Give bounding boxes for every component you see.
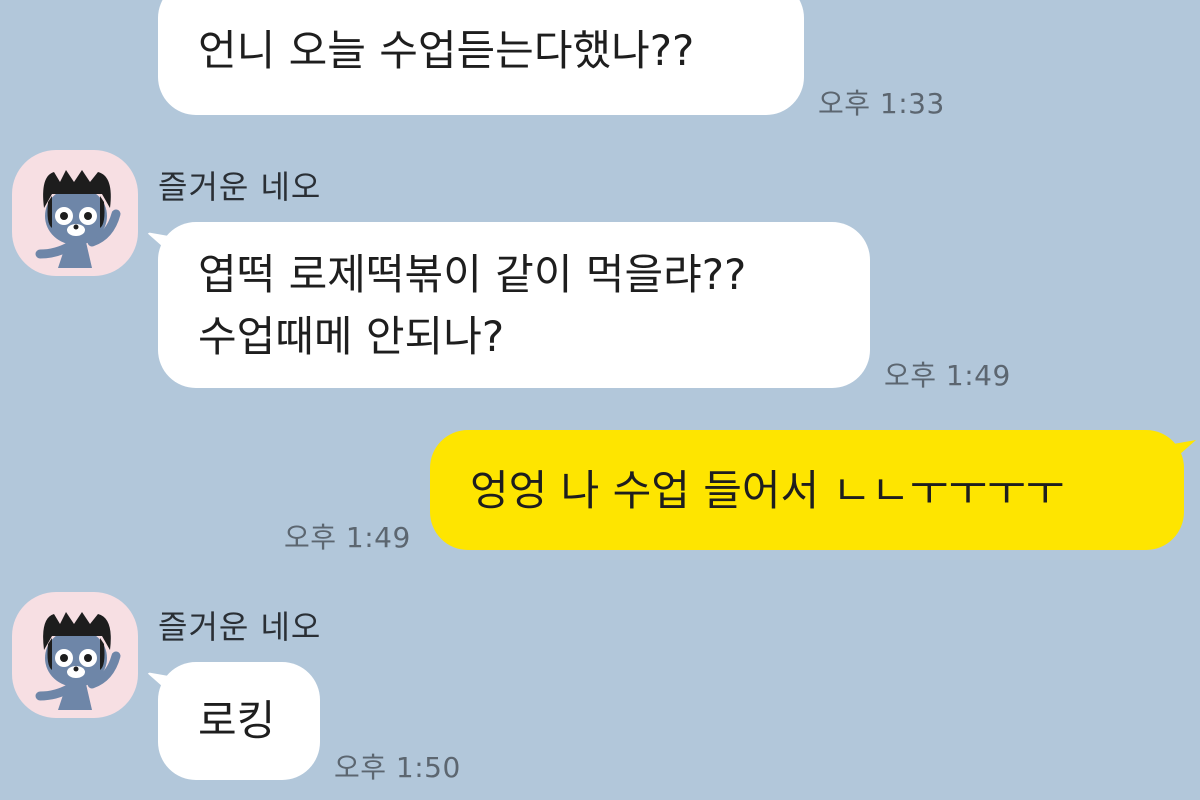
incoming-message-bubble[interactable]: 로킹: [158, 662, 320, 780]
sender-avatar[interactable]: [12, 592, 138, 718]
message-timestamp: 오후 1:49: [284, 521, 411, 554]
sender-avatar[interactable]: [12, 150, 138, 276]
message-text-line: 언니 오늘 수업듣는다했나??: [198, 26, 695, 75]
neo-character-avatar-icon: [35, 612, 121, 710]
message-text-line: 수업때메 안되나?: [198, 312, 505, 361]
neo-character-avatar-icon: [35, 170, 121, 268]
chat-log[interactable]: 언니 오늘 수업듣는다했나?? 오후 1:33 즐거운 네오 엽떡 로제떡볶이 …: [0, 0, 1200, 800]
sender-name: 즐거운 네오: [158, 608, 322, 646]
incoming-message-bubble[interactable]: 엽떡 로제떡볶이 같이 먹을랴?? 수업때메 안되나?: [158, 222, 870, 388]
message-text-line: 엽떡 로제떡볶이 같이 먹을랴??: [198, 250, 747, 299]
sender-name: 즐거운 네오: [158, 168, 322, 206]
message-text-line: 로킹: [198, 696, 276, 745]
message-timestamp: 오후 1:49: [884, 359, 1011, 392]
outgoing-message-bubble[interactable]: 엉엉 나 수업 들어서 ㄴㄴㅜㅜㅜㅜ: [430, 430, 1184, 550]
message-timestamp: 오후 1:50: [334, 751, 461, 784]
message-timestamp: 오후 1:33: [818, 87, 945, 120]
message-text-line: 엉엉 나 수업 들어서 ㄴㄴㅜㅜㅜㅜ: [470, 466, 1065, 515]
incoming-message-bubble[interactable]: 언니 오늘 수업듣는다했나??: [158, 0, 804, 115]
